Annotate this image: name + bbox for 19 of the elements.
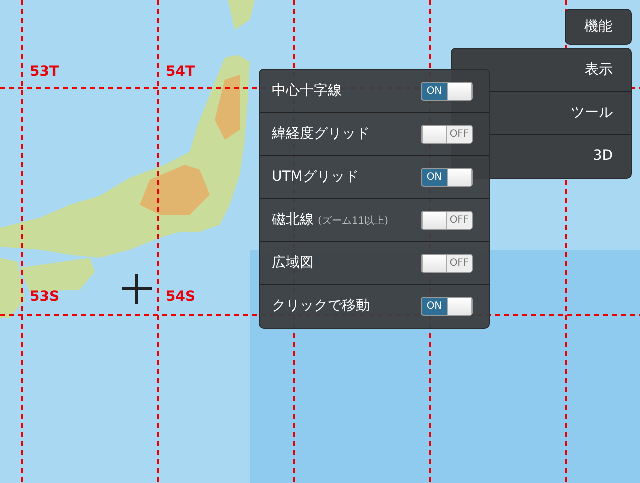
setting-label: クリックで移動 — [272, 297, 370, 316]
setting-note: (ズーム11以上) — [318, 214, 389, 228]
zone-label: 54S — [166, 290, 196, 304]
setting-label: 緯経度グリッド — [272, 124, 370, 144]
setting-label: 中心十字線 — [272, 82, 342, 100]
toggle-switch[interactable]: ON — [421, 297, 473, 316]
features-button[interactable]: 機能 — [565, 9, 632, 45]
toggle-switch[interactable]: OFF — [421, 210, 473, 230]
setting-label: 広域図 — [272, 254, 314, 272]
setting-label: 磁北線 — [272, 210, 314, 230]
zone-label: 54T — [166, 65, 196, 79]
zone-label: 53T — [30, 65, 60, 79]
setting-label: UTMグリッド — [272, 168, 359, 186]
toggle-switch[interactable]: OFF — [421, 254, 473, 272]
toggle-switch[interactable]: ON — [421, 82, 473, 100]
crosshair-icon — [122, 274, 152, 304]
toggle-switch[interactable]: OFF — [421, 124, 473, 144]
zone-label: 53S — [30, 290, 60, 304]
toggle-switch[interactable]: ON — [421, 168, 473, 186]
